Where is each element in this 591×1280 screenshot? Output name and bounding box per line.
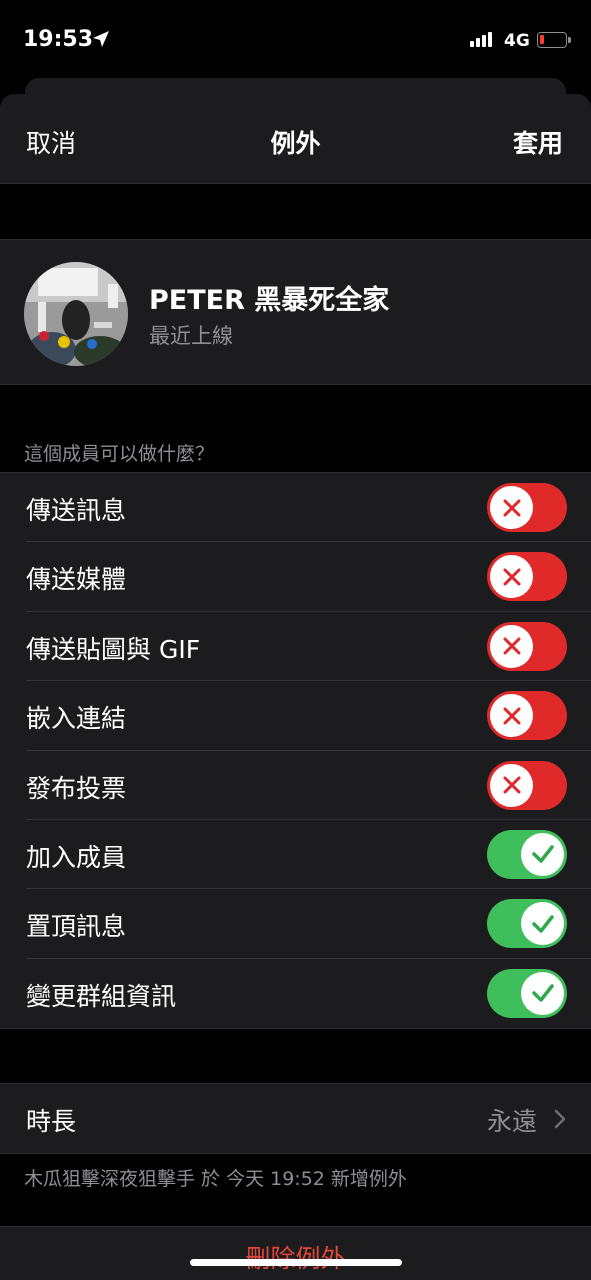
chevron-right-icon [553, 1108, 567, 1134]
checkmark-icon [521, 971, 564, 1015]
permission-toggle[interactable] [487, 552, 567, 602]
permission-label: 置頂訊息 [26, 912, 127, 942]
apply-button[interactable]: 套用 [513, 124, 563, 160]
status-time: 19:53 [23, 27, 94, 52]
permission-toggle[interactable] [487, 829, 567, 879]
x-mark-icon [490, 763, 533, 807]
avatar [24, 262, 128, 366]
permission-label: 傳送貼圖與 GIF [26, 634, 201, 664]
duration-label: 時長 [26, 1107, 77, 1136]
x-mark-icon [490, 486, 533, 529]
member-card[interactable]: PETER 黑暴死全家 最近上線 [0, 239, 591, 385]
permission-toggle[interactable] [487, 691, 567, 741]
permission-row: 傳送媒體 [0, 542, 591, 612]
permission-toggle[interactable] [487, 483, 567, 532]
exception-sheet: 取消 例外 套用 PETER 黑暴死全家 最近上線 這個成員可以做什麼？ 傳送訊… [0, 94, 591, 1280]
member-last-seen: 最近上線 [149, 324, 233, 348]
battery-icon [537, 32, 571, 48]
permission-row: 嵌入連結 [0, 681, 591, 751]
delete-exception-label: 刪除例外 [0, 1239, 591, 1275]
permission-row: 傳送貼圖與 GIF [0, 612, 591, 682]
permission-row: 加入成員 [0, 820, 591, 890]
network-type: 4G [504, 31, 530, 51]
cellular-signal-icon [470, 32, 492, 47]
permissions-section-header: 這個成員可以做什麼？ [24, 443, 215, 465]
page-title: 例外 [270, 129, 321, 158]
member-name: PETER 黑暴死全家 [149, 285, 390, 316]
checkmark-icon [521, 832, 564, 876]
x-mark-icon [490, 555, 533, 599]
permission-row: 變更群組資訊 [0, 959, 591, 1028]
permission-row: 發布投票 [0, 751, 591, 820]
permission-label: 加入成員 [26, 842, 127, 872]
permission-toggle[interactable] [487, 760, 567, 810]
permission-toggle[interactable] [487, 899, 567, 949]
permission-row: 置頂訊息 [0, 889, 591, 959]
permission-label: 嵌入連結 [26, 704, 127, 734]
x-mark-icon [490, 694, 533, 738]
navigation-bar: 取消 例外 套用 [0, 94, 591, 184]
checkmark-icon [521, 902, 564, 946]
permission-toggle[interactable] [487, 621, 567, 671]
duration-row[interactable]: 時長 永遠 [0, 1083, 591, 1154]
x-mark-icon [490, 624, 533, 668]
home-indicator[interactable] [190, 1259, 402, 1266]
permission-label: 傳送媒體 [26, 565, 127, 595]
permission-row: 傳送訊息 [0, 473, 591, 543]
duration-value: 永遠 [486, 1107, 537, 1136]
permission-toggle[interactable] [487, 968, 567, 1018]
location-arrow-icon [92, 30, 110, 52]
permissions-list: 傳送訊息傳送媒體傳送貼圖與 GIF 嵌入連結發布投票加入成員置頂訊息變更群組資訊 [0, 472, 591, 1030]
delete-exception-button[interactable]: 刪除例外 [0, 1226, 591, 1280]
exception-added-note: 木瓜狙擊深夜狙擊手 於 今天 19:52 新增例外 [24, 1168, 407, 1190]
permission-label: 發布投票 [26, 773, 127, 803]
status-bar: 19:53 4G [0, 0, 591, 80]
permission-label: 傳送訊息 [26, 496, 127, 525]
permission-label: 變更群組資訊 [26, 981, 177, 1011]
